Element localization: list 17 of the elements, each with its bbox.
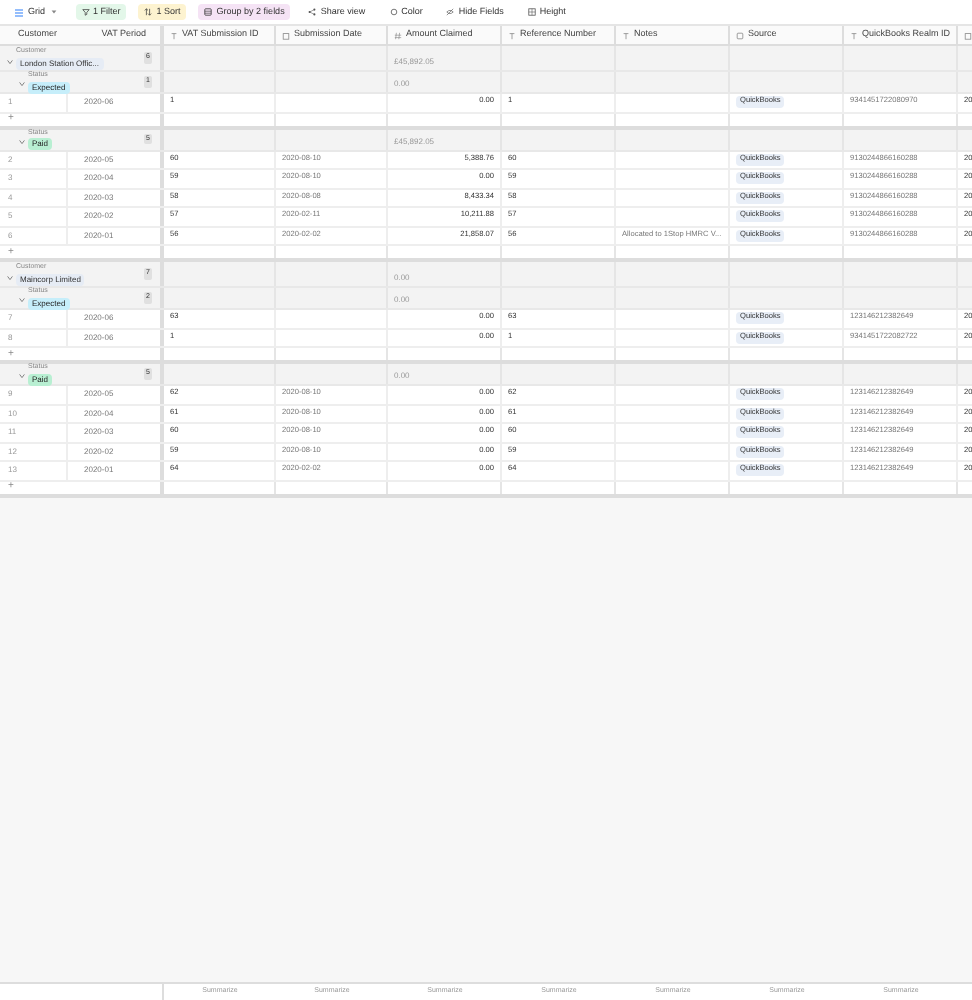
sort-icon xyxy=(144,8,153,16)
chevron-down-icon xyxy=(6,274,14,282)
hide-icon xyxy=(446,8,455,16)
text-field-icon xyxy=(622,31,630,39)
chevron-down-icon xyxy=(18,372,26,380)
group-icon xyxy=(204,8,213,16)
chevron-down-icon xyxy=(18,80,26,88)
chevron-down-icon xyxy=(18,137,26,145)
number-field-icon xyxy=(394,31,402,39)
text-field-icon xyxy=(508,31,516,39)
text-field-icon xyxy=(170,31,178,39)
text-field-icon xyxy=(850,31,858,39)
filter-icon xyxy=(81,8,90,16)
chevron-down-icon xyxy=(6,58,14,66)
share-icon xyxy=(308,8,317,16)
chevron-down-icon xyxy=(18,296,26,304)
grid-icon xyxy=(14,7,24,17)
